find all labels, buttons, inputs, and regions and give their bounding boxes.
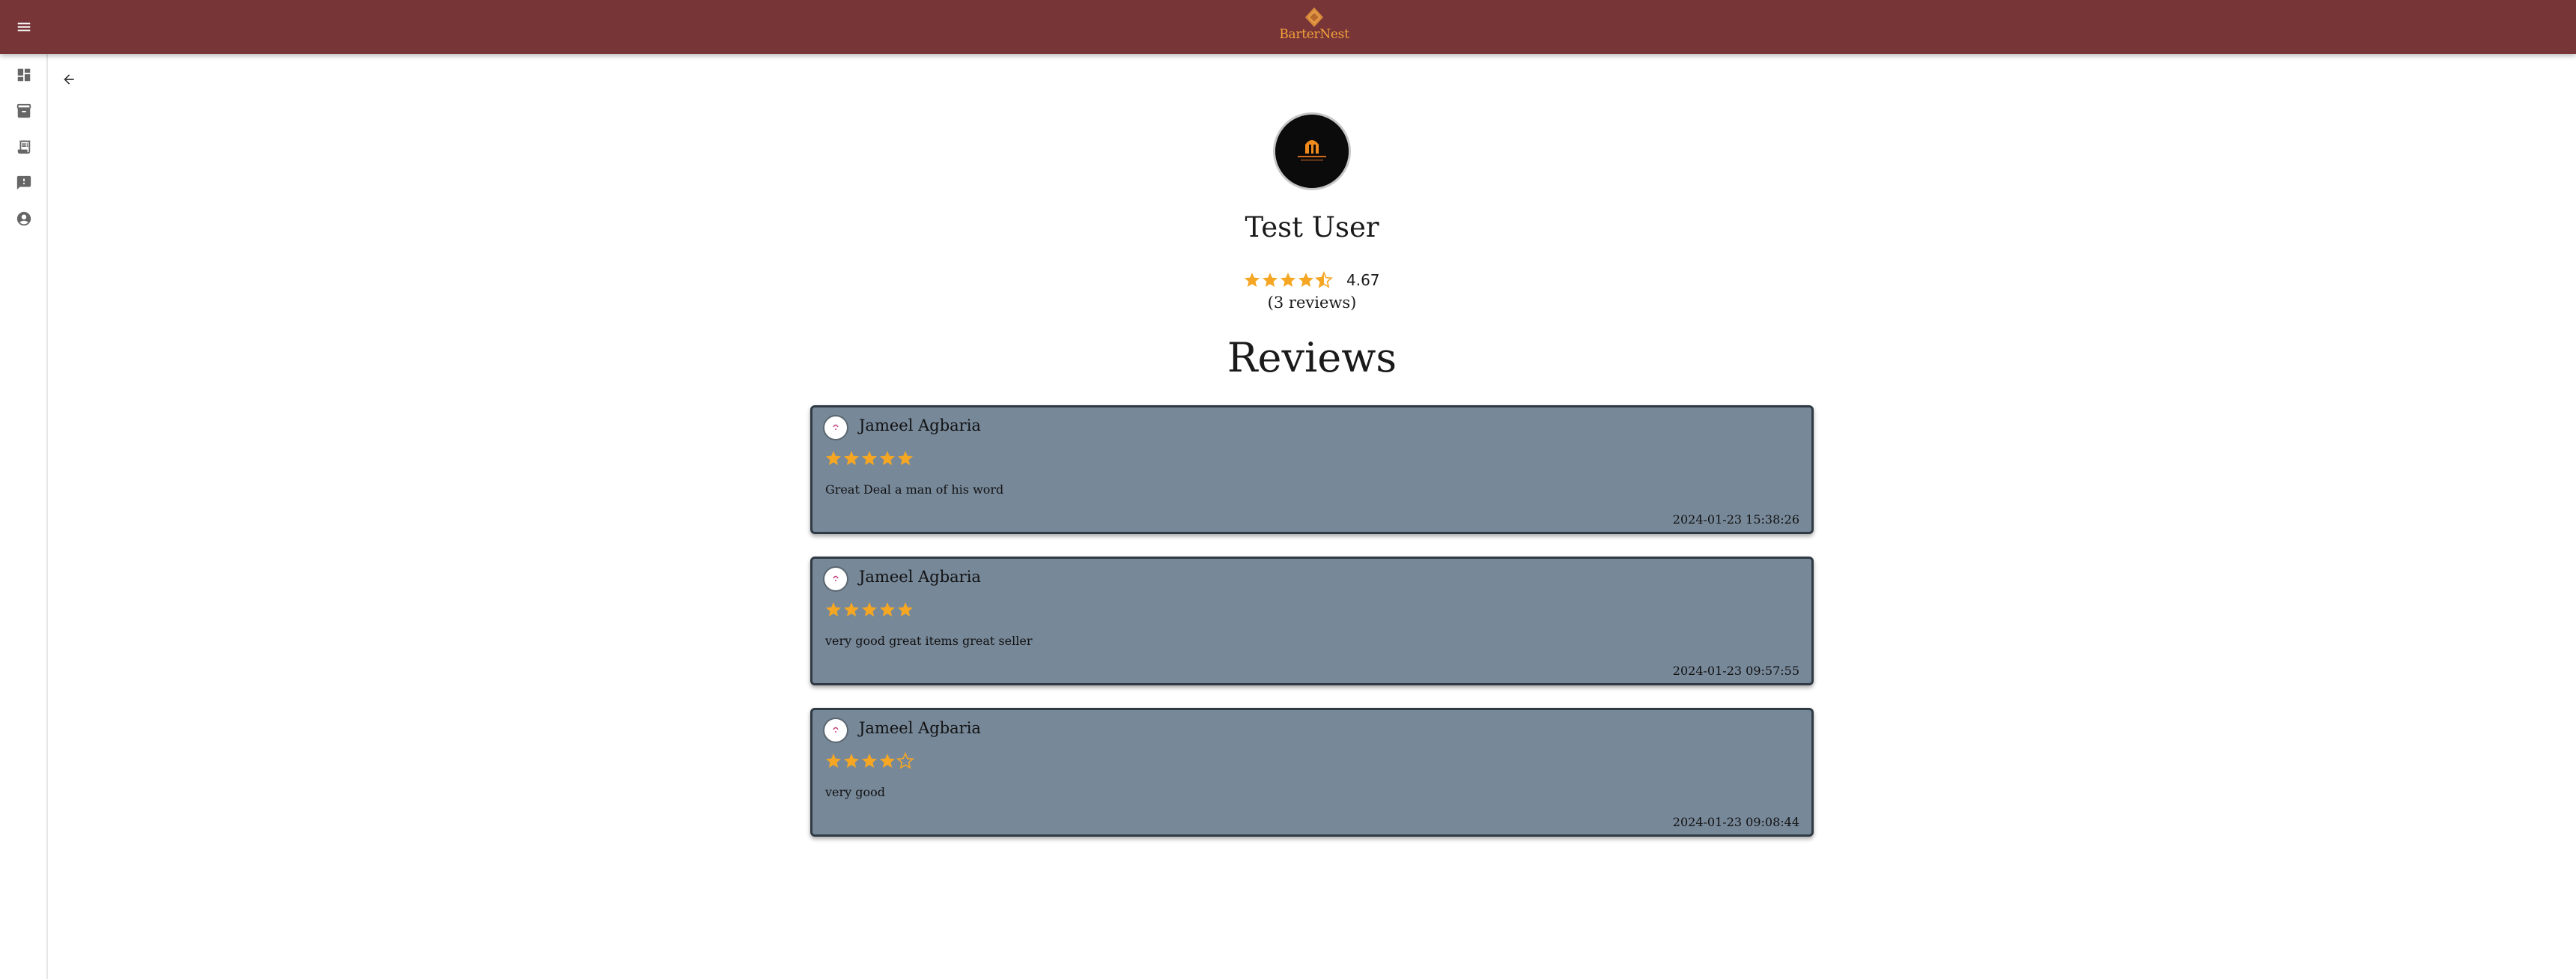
reviewer-name: Jameel Agbaria	[859, 568, 981, 586]
review-card: Jameel Agbaria very good great items gre…	[810, 557, 1814, 685]
reviewer-name: Jameel Agbaria	[859, 719, 981, 737]
star-filled-icon	[880, 602, 895, 616]
review-text: Great Deal a man of his word	[825, 482, 1004, 497]
logo-diamond-icon	[1305, 7, 1323, 27]
review-stars	[824, 449, 914, 467]
reviewer-avatar	[823, 718, 848, 743]
account-circle-icon	[16, 211, 31, 226]
sidebar-item-receipts[interactable]	[12, 135, 36, 159]
review-card: Jameel Agbaria very good 2024-01-23 09:0…	[810, 708, 1814, 837]
star-half-icon	[1315, 271, 1333, 288]
star-filled-icon	[826, 754, 841, 768]
back-button[interactable]	[57, 67, 81, 91]
profile-rating-value: 4.67	[1346, 271, 1380, 289]
review-date: 2024-01-23 09:08:44	[1672, 815, 1799, 829]
star-filled-icon	[898, 602, 913, 616]
star-filled-icon	[898, 451, 913, 465]
star-filled-icon	[826, 602, 841, 616]
star-filled-icon	[826, 451, 841, 465]
arrow-back-icon	[64, 74, 74, 85]
dashboard-icon	[17, 68, 31, 82]
sidebar-item-dashboard[interactable]	[12, 63, 36, 87]
star-filled-icon	[1245, 273, 1260, 287]
star-filled-icon	[880, 754, 895, 768]
star-empty-icon	[896, 752, 914, 769]
reviewer-name: Jameel Agbaria	[859, 416, 981, 434]
top-app-bar: BarterNest	[0, 0, 2576, 54]
review-text: very good	[825, 785, 886, 799]
profile-logo-image	[1275, 115, 1349, 188]
avatar-icon	[829, 724, 842, 737]
profile-rating: 4.67	[1243, 267, 1380, 294]
profile-avatar	[1273, 112, 1351, 190]
review-date: 2024-01-23 15:38:26	[1672, 512, 1799, 527]
profile-name: Test User	[1245, 211, 1379, 243]
star-filled-icon	[880, 451, 895, 465]
star-filled-icon	[862, 754, 877, 768]
sidebar-item-inventory[interactable]	[12, 99, 36, 123]
reviews-heading: Reviews	[1227, 334, 1397, 381]
review-stars	[824, 752, 914, 770]
star-filled-icon	[844, 754, 859, 768]
inventory-icon	[16, 103, 31, 118]
reviewer-avatar	[823, 415, 848, 440]
review-date: 2024-01-23 09:57:55	[1672, 664, 1799, 678]
review-text: very good great items great seller	[825, 634, 1033, 648]
feedback-icon	[16, 175, 31, 190]
reviewer-avatar	[823, 566, 848, 592]
star-filled-icon	[1281, 273, 1295, 287]
receipt-icon	[17, 139, 31, 154]
star-filled-icon	[1298, 273, 1313, 287]
avatar-icon	[829, 572, 842, 586]
star-filled-icon	[862, 602, 877, 616]
star-filled-icon	[844, 602, 859, 616]
star-filled-icon	[1263, 273, 1278, 287]
side-navigation	[0, 54, 48, 979]
review-card: Jameel Agbaria Great Deal a man of his w…	[810, 405, 1814, 534]
menu-icon[interactable]	[12, 15, 36, 39]
star-filled-icon	[862, 451, 877, 465]
sidebar-item-account[interactable]	[12, 207, 36, 231]
avatar-icon	[829, 421, 842, 434]
brand-name: BarterNest	[1279, 27, 1349, 42]
sidebar-item-feedback[interactable]	[12, 171, 36, 195]
profile-review-count: (3 reviews)	[1267, 294, 1357, 312]
star-filled-icon	[844, 451, 859, 465]
review-stars	[824, 601, 914, 619]
profile-rating-stars	[1243, 271, 1333, 289]
brand-logo[interactable]: BarterNest	[1273, 6, 1355, 49]
